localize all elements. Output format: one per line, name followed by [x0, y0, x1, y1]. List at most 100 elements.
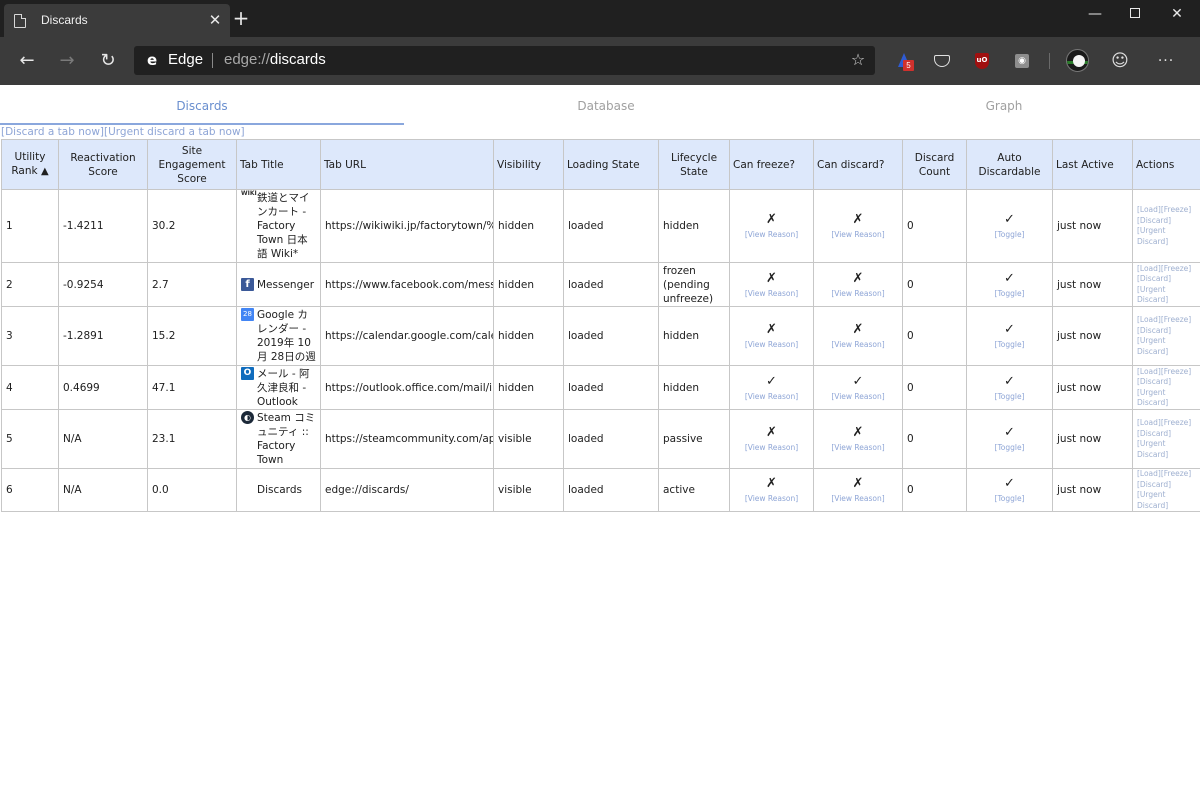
- address-bar[interactable]: e Edge edge://discards ☆: [134, 46, 875, 75]
- view-reason-link[interactable]: [View Reason]: [818, 289, 898, 299]
- engagement-score-cell: 2.7: [147, 262, 237, 307]
- discard-link[interactable]: [Discard]: [1137, 480, 1171, 489]
- load-link[interactable]: [Load]: [1137, 367, 1161, 376]
- can-freeze-cell: ✗ [View Reason]: [729, 409, 814, 469]
- freeze-link[interactable]: [Freeze]: [1161, 418, 1191, 427]
- tab-database[interactable]: Database: [404, 85, 808, 125]
- address-path: discards: [269, 51, 326, 68]
- new-tab-icon[interactable]: +: [231, 8, 251, 28]
- load-link[interactable]: [Load]: [1137, 469, 1161, 478]
- discard-link[interactable]: [Discard]: [1137, 216, 1171, 225]
- browser-toolbar: ← → ↻ e Edge edge://discards ☆ 5 uO ◉ ☺ …: [0, 37, 1200, 85]
- facebook-icon: f: [241, 277, 254, 291]
- close-tab-icon[interactable]: ✕: [206, 11, 224, 29]
- rss-extension-icon[interactable]: ◉: [1011, 50, 1033, 72]
- view-reason-link[interactable]: [View Reason]: [818, 230, 898, 240]
- header-can-freeze[interactable]: Can freeze?: [729, 139, 814, 190]
- toggle-link[interactable]: [Toggle]: [971, 494, 1048, 504]
- discard-link[interactable]: [Discard]: [1137, 377, 1171, 386]
- view-reason-link[interactable]: [View Reason]: [734, 443, 809, 453]
- window-close-icon[interactable]: ✕: [1154, 0, 1200, 30]
- header-auto-discardable[interactable]: Auto Discardable: [966, 139, 1053, 190]
- view-reason-link[interactable]: [View Reason]: [734, 230, 809, 240]
- can-discard-cell: ✗ [View Reason]: [813, 306, 903, 366]
- freeze-link[interactable]: [Freeze]: [1161, 205, 1191, 214]
- visibility-cell: hidden: [493, 365, 564, 410]
- profile-avatar[interactable]: [1066, 49, 1089, 72]
- tab-url-cell: https://www.facebook.com/messages: [320, 262, 494, 307]
- header-can-discard[interactable]: Can discard?: [813, 139, 903, 190]
- header-lifecycle-state[interactable]: Lifecycle State: [658, 139, 730, 190]
- forward-icon[interactable]: →: [55, 49, 79, 73]
- can-discard-cell: ✗ [View Reason]: [813, 409, 903, 469]
- urgent-discard-link[interactable]: [Urgent Discard]: [1137, 388, 1168, 408]
- ublock-extension-icon[interactable]: uO: [971, 50, 993, 72]
- page-icon: [14, 14, 26, 28]
- lifecycle-state-cell: hidden: [658, 365, 730, 410]
- back-icon[interactable]: ←: [15, 49, 39, 73]
- toggle-link[interactable]: [Toggle]: [971, 230, 1048, 240]
- header-site-engagement[interactable]: Site Engagement Score: [147, 139, 237, 190]
- load-link[interactable]: [Load]: [1137, 264, 1161, 273]
- discard-count-cell: 0: [902, 365, 967, 410]
- tab-discards[interactable]: Discards: [0, 85, 404, 125]
- toggle-link[interactable]: [Toggle]: [971, 289, 1048, 299]
- view-reason-link[interactable]: [View Reason]: [734, 494, 809, 504]
- view-reason-link[interactable]: [View Reason]: [818, 443, 898, 453]
- discard-tab-now-link[interactable]: [Discard a tab now]: [1, 126, 104, 138]
- freeze-link[interactable]: [Freeze]: [1161, 315, 1191, 324]
- favorite-star-icon[interactable]: ☆: [848, 49, 868, 69]
- toggle-link[interactable]: [Toggle]: [971, 443, 1048, 453]
- utility-rank-cell: 4: [1, 365, 59, 410]
- auto-discardable-cell: ✓ [Toggle]: [966, 365, 1053, 410]
- last-active-cell: just now: [1052, 306, 1133, 366]
- view-reason-link[interactable]: [View Reason]: [734, 392, 809, 402]
- view-reason-link[interactable]: [View Reason]: [818, 340, 898, 350]
- header-loading-state[interactable]: Loading State: [563, 139, 659, 190]
- load-link[interactable]: [Load]: [1137, 418, 1161, 427]
- can-freeze-cell: ✗ [View Reason]: [729, 468, 814, 512]
- can-discard-cell: ✓ [View Reason]: [813, 365, 903, 410]
- header-discard-count[interactable]: Discard Count: [902, 139, 967, 190]
- freeze-link[interactable]: [Freeze]: [1161, 367, 1191, 376]
- header-tab-url[interactable]: Tab URL: [320, 139, 494, 190]
- toggle-link[interactable]: [Toggle]: [971, 340, 1048, 350]
- tab-title-cell: f Messenger: [236, 262, 321, 307]
- view-reason-link[interactable]: [View Reason]: [818, 494, 898, 504]
- view-reason-link[interactable]: [View Reason]: [734, 340, 809, 350]
- discard-link[interactable]: [Discard]: [1137, 429, 1171, 438]
- tab-graph[interactable]: Graph: [808, 85, 1200, 125]
- view-reason-link[interactable]: [View Reason]: [734, 289, 809, 299]
- urgent-discard-link[interactable]: [Urgent Discard]: [1137, 336, 1168, 356]
- freeze-link[interactable]: [Freeze]: [1161, 264, 1191, 273]
- freeze-link[interactable]: [Freeze]: [1161, 469, 1191, 478]
- address-url[interactable]: edge://discards: [224, 51, 326, 68]
- urgent-discard-link[interactable]: [Urgent Discard]: [1137, 285, 1168, 305]
- translate-extension-icon[interactable]: 5: [893, 50, 915, 72]
- load-link[interactable]: [Load]: [1137, 315, 1161, 324]
- more-menu-icon[interactable]: ···: [1155, 50, 1177, 72]
- view-reason-link[interactable]: [View Reason]: [818, 392, 898, 402]
- header-reactivation-score[interactable]: Reactivation Score: [58, 139, 148, 190]
- reload-icon[interactable]: ↻: [96, 49, 120, 73]
- discard-link[interactable]: [Discard]: [1137, 326, 1171, 335]
- urgent-discard-link[interactable]: [Urgent Discard]: [1137, 439, 1168, 459]
- urgent-discard-link[interactable]: [Urgent Discard]: [1137, 490, 1168, 510]
- toggle-link[interactable]: [Toggle]: [971, 392, 1048, 402]
- discards-table: Utility Rank ▲ Reactivation Score Site E…: [1, 139, 1200, 512]
- browser-tab-discards[interactable]: Discards ✕: [4, 4, 230, 37]
- discard-count-cell: 0: [902, 189, 967, 263]
- header-utility-rank[interactable]: Utility Rank ▲: [1, 139, 59, 190]
- can-discard-mark: ✓: [852, 373, 864, 389]
- header-tab-title[interactable]: Tab Title: [236, 139, 321, 190]
- load-link[interactable]: [Load]: [1137, 205, 1161, 214]
- maximize-icon[interactable]: [1112, 0, 1158, 30]
- header-visibility[interactable]: Visibility: [493, 139, 564, 190]
- urgent-discard-link[interactable]: [Urgent Discard]: [1137, 226, 1168, 246]
- discard-link[interactable]: [Discard]: [1137, 274, 1171, 283]
- tab-url-cell: edge://discards/: [320, 468, 494, 512]
- urgent-discard-link[interactable]: [Urgent discard a tab now]: [104, 126, 245, 138]
- header-last-active[interactable]: Last Active: [1052, 139, 1133, 190]
- pocket-extension-icon[interactable]: [931, 50, 953, 72]
- feedback-smiley-icon[interactable]: ☺: [1109, 50, 1131, 72]
